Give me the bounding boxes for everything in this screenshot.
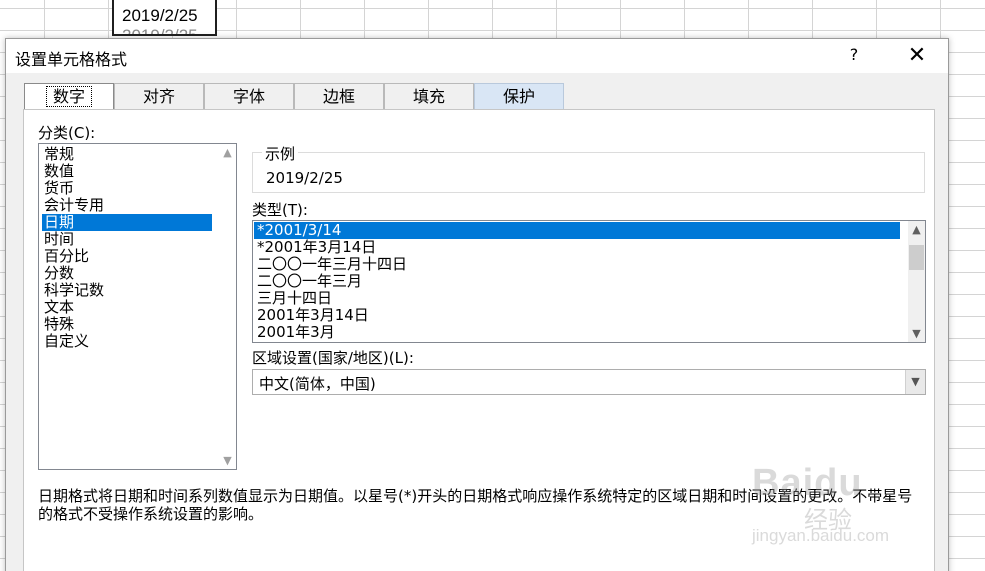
category-item-number[interactable]: 数值 [42, 163, 212, 180]
locale-label: 区域设置(国家/地区)(L): [252, 349, 414, 367]
category-item-accounting[interactable]: 会计专用 [42, 197, 212, 214]
scroll-thumb[interactable] [909, 245, 924, 270]
tab-number[interactable]: 数字 [24, 83, 114, 109]
tab-alignment-label: 对齐 [142, 87, 175, 106]
sample-group [252, 152, 925, 193]
chevron-down-icon[interactable]: ▼ [905, 370, 925, 394]
type-label: 类型(T): [252, 201, 308, 219]
locale-dropdown[interactable]: 中文(简体，中国) ▼ [252, 369, 926, 395]
watermark-logo: Baidu [752, 462, 863, 504]
watermark-url: jingyan.baidu.com [752, 526, 890, 545]
type-item[interactable]: *2001年3月14日 [254, 239, 900, 256]
type-item[interactable]: 2001年3月 [254, 324, 900, 341]
type-item[interactable]: 二〇〇一年三月十四日 [254, 256, 900, 273]
category-item-currency[interactable]: 货币 [42, 180, 212, 197]
sample-title: 示例 [262, 143, 299, 164]
type-item[interactable]: 三月十四日 [254, 290, 900, 307]
chevron-down-icon[interactable]: ▼ [219, 452, 236, 469]
type-list[interactable]: *2001/3/14 *2001年3月14日 二〇〇一年三月十四日 二〇〇一年三… [252, 220, 926, 343]
category-item-text[interactable]: 文本 [42, 299, 212, 316]
dialog-titlebar: 设置单元格格式 ? ✕ [6, 39, 948, 73]
help-button[interactable]: ? [846, 45, 862, 65]
below-cell-value: 2019/2/25 [122, 26, 198, 36]
type-item[interactable]: 二〇〇一年三月 [254, 273, 900, 290]
tab-protection[interactable]: 保护 [474, 83, 564, 109]
category-item-custom[interactable]: 自定义 [42, 333, 212, 350]
locale-value: 中文(简体，中国) [259, 375, 376, 393]
category-item-percentage[interactable]: 百分比 [42, 248, 212, 265]
tab-number-label: 数字 [45, 86, 92, 107]
category-list[interactable]: 常规 数值 货币 会计专用 日期 时间 百分比 分数 科学记数 文本 特殊 自定… [38, 143, 237, 470]
category-item-scientific[interactable]: 科学记数 [42, 282, 212, 299]
tab-font[interactable]: 字体 [204, 83, 294, 109]
tab-font-label: 字体 [232, 87, 265, 106]
category-item-date[interactable]: 日期 [42, 214, 212, 231]
tab-alignment[interactable]: 对齐 [114, 83, 204, 109]
close-button[interactable]: ✕ [903, 42, 931, 70]
category-item-time[interactable]: 时间 [42, 231, 212, 248]
sample-value: 2019/2/25 [266, 169, 343, 187]
active-cell[interactable]: 2019/2/25 2019/2/25 [112, 0, 217, 36]
tab-fill-label: 填充 [412, 87, 445, 106]
category-scrollbar[interactable]: ▲ ▼ [219, 144, 236, 469]
tab-border-label: 边框 [322, 87, 355, 106]
dialog-title: 设置单元格格式 [15, 50, 128, 69]
tab-border[interactable]: 边框 [294, 83, 384, 109]
baidu-watermark: Baidu 经验 jingyan.baidu.com [752, 462, 942, 552]
type-item[interactable]: *2001/3/14 [254, 222, 900, 239]
type-scrollbar[interactable]: ▲ ▼ [908, 221, 925, 342]
category-item-fraction[interactable]: 分数 [42, 265, 212, 282]
type-item[interactable]: 2001年3月14日 [254, 307, 900, 324]
chevron-up-icon[interactable]: ▲ [219, 144, 236, 161]
tab-fill[interactable]: 填充 [384, 83, 474, 109]
tab-protection-label: 保护 [502, 87, 535, 106]
active-cell-value: 2019/2/25 [122, 6, 198, 25]
category-item-general[interactable]: 常规 [42, 146, 212, 163]
category-label: 分类(C): [38, 124, 96, 142]
category-item-special[interactable]: 特殊 [42, 316, 212, 333]
chevron-up-icon[interactable]: ▲ [908, 221, 925, 238]
chevron-down-icon[interactable]: ▼ [908, 325, 925, 342]
